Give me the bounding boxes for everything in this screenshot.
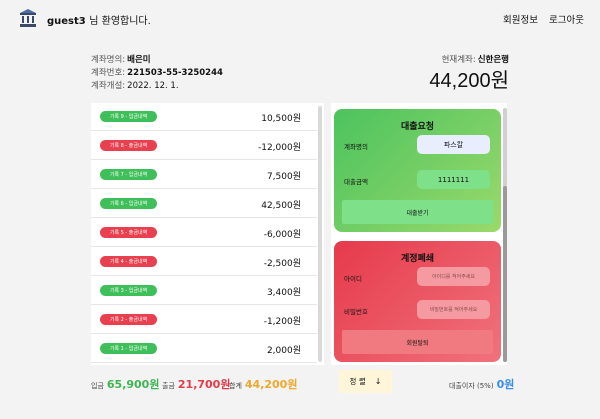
interest-value: 0원 xyxy=(496,378,515,391)
total-value: 44,200원 xyxy=(244,378,298,391)
footer-deposit: 입금 65,900원 xyxy=(91,376,159,392)
sort-label: 정 렬 xyxy=(349,377,366,386)
balance: 44,200원 xyxy=(429,70,509,92)
close-id-label: 아이디 xyxy=(344,275,362,283)
transaction-badge: 기록 8 - 출금내역 xyxy=(100,140,157,151)
bank-icon xyxy=(20,9,36,27)
close-pw-label: 비밀번호 xyxy=(344,308,368,316)
close-title: 계정폐쇄 xyxy=(400,254,435,264)
footer-total: 합계 44,200원 xyxy=(229,376,297,392)
list-item: 기록 3 - 입금내역 3,400원 xyxy=(91,277,317,305)
transaction-amount: -2,500원 xyxy=(263,259,301,269)
list-item: 기록 7 - 입금내역 7,500원 xyxy=(91,161,317,189)
transaction-badge: 기록 4 - 출금내역 xyxy=(100,256,157,267)
close-account-card: 계정폐쇄 아이디 아이디를 적어주세요 비밀번호 비밀번호를 적어주세요 회원탈… xyxy=(334,241,501,362)
transaction-amount: -12,000원 xyxy=(257,143,301,153)
transaction-badge: 기록 1 - 입금내역 xyxy=(100,343,157,354)
loan-holder-field[interactable]: 파스칼 xyxy=(417,135,490,154)
account-holder: 계좌명의: 배은미 xyxy=(91,53,151,65)
transaction-badge: 기록 3 - 입금내역 xyxy=(100,285,157,296)
loan-title: 대출요청 xyxy=(400,122,435,132)
list-item: 기록 5 - 출금내역 -6,000원 xyxy=(91,219,317,247)
transaction-amount: -6,000원 xyxy=(263,230,301,240)
transaction-badge: 기록 5 - 출금내역 xyxy=(100,227,157,238)
panel-scrollbar[interactable] xyxy=(503,108,507,362)
top-bar: guest3 님 환영합니다. 회원정보 로그아웃 xyxy=(0,0,600,38)
close-id-input[interactable]: 아이디를 적어주세요 xyxy=(417,267,490,286)
transaction-badge: 기록 9 - 입금내역 xyxy=(100,111,157,122)
account-number-value: 221503-55-3250244 xyxy=(127,68,223,78)
loan-amount-field[interactable]: 1111111 xyxy=(417,170,490,189)
loan-holder-label: 계좌명의 xyxy=(344,143,368,151)
account-number-label: 계좌번호: xyxy=(91,68,126,78)
list-item: 기록 6 - 입금내역 42,500원 xyxy=(91,190,317,218)
sort-button[interactable]: 정 렬 ↓ xyxy=(339,370,392,393)
list-item: 기록 9 - 입금내역 10,500원 xyxy=(91,103,317,131)
transaction-list[interactable]: 기록 9 - 입금내역 10,500원 기록 8 - 출금내역 -12,000원… xyxy=(91,103,324,365)
account-opened-label: 계좌개설: xyxy=(91,81,126,91)
withdraw-label: 출금 xyxy=(162,382,175,390)
loan-request-card: 대출요청 계좌명의 파스칼 대출금액 1111111 대출받기 xyxy=(334,109,501,232)
transaction-badge: 기록 6 - 입금내역 xyxy=(100,198,157,209)
account-holder-label: 계좌명의: xyxy=(91,55,126,65)
panel-scroll-thumb[interactable] xyxy=(503,186,507,362)
transaction-badge: 기록 7 - 입금내역 xyxy=(100,169,157,180)
transaction-amount: 10,500원 xyxy=(261,114,301,124)
loan-amount-label: 대출금액 xyxy=(344,178,368,186)
account-opened-value: 2022. 12. 1. xyxy=(127,81,179,91)
account-holder-value: 배은미 xyxy=(127,55,151,65)
list-item: 기록 4 - 출금내역 -2,500원 xyxy=(91,248,317,276)
deposit-value: 65,900원 xyxy=(106,378,160,391)
footer-withdraw: 출금 21,700원 xyxy=(162,376,230,392)
total-label: 합계 xyxy=(229,382,242,390)
transaction-scrollbar[interactable] xyxy=(318,106,322,362)
nav-profile-link[interactable]: 회원정보 xyxy=(503,12,538,26)
account-opened: 계좌개설: 2022. 12. 1. xyxy=(91,79,179,91)
transaction-amount: -1,200원 xyxy=(263,317,301,327)
loan-submit-button[interactable]: 대출받기 xyxy=(342,200,493,224)
list-item: 기록 2 - 출금내역 -1,200원 xyxy=(91,306,317,334)
welcome-suffix: 님 환영합니다. xyxy=(89,16,151,27)
transaction-amount: 42,500원 xyxy=(261,201,301,211)
transaction-amount: 7,500원 xyxy=(266,172,301,182)
welcome-message: guest3 님 환영합니다. xyxy=(47,12,151,27)
close-pw-input[interactable]: 비밀번호를 적어주세요 xyxy=(417,300,490,319)
transaction-badge: 기록 2 - 출금내역 xyxy=(100,314,157,325)
list-item: 기록 8 - 출금내역 -12,000원 xyxy=(91,132,317,160)
interest-label: 대출이자 (5%) xyxy=(449,382,494,390)
account-number: 계좌번호: 221503-55-3250244 xyxy=(91,66,223,78)
withdraw-value: 21,700원 xyxy=(177,378,231,391)
nav-logout-link[interactable]: 로그아웃 xyxy=(549,12,584,26)
arrow-down-icon: ↓ xyxy=(374,377,382,386)
transaction-amount: 3,400원 xyxy=(266,288,301,298)
deposit-label: 입금 xyxy=(91,382,104,390)
username: guest3 xyxy=(47,16,86,27)
transaction-amount: 2,000원 xyxy=(266,346,301,356)
withdraw-member-button[interactable]: 회원탈퇴 xyxy=(342,330,493,354)
list-item: 기록 1 - 입금내역 2,000원 xyxy=(91,335,317,363)
footer-interest: 대출이자 (5%) 0원 xyxy=(449,376,514,392)
